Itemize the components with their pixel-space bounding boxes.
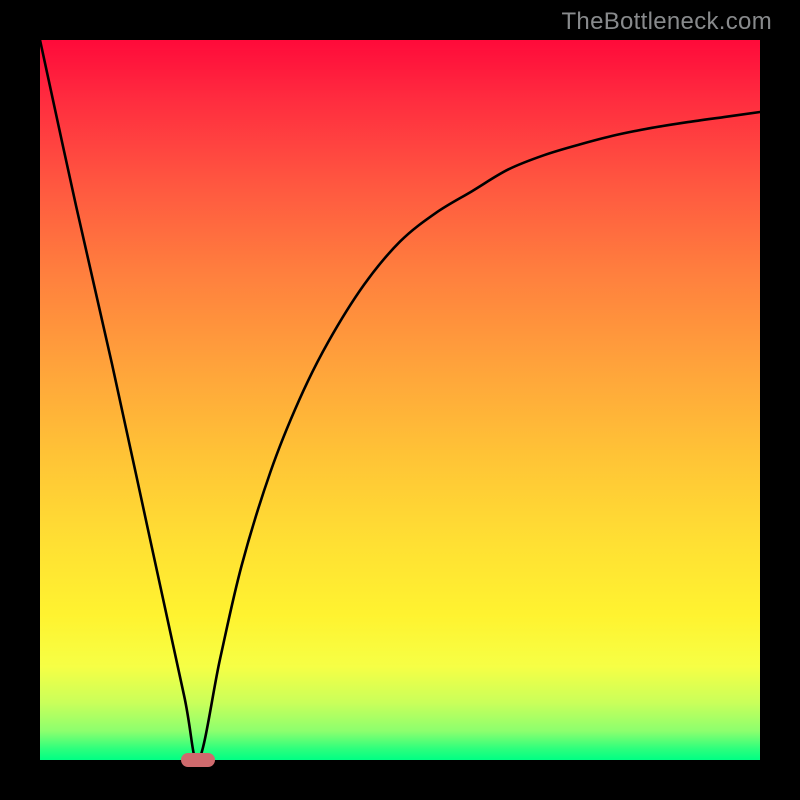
- watermark-text: TheBottleneck.com: [561, 8, 772, 36]
- minimum-marker: [181, 753, 215, 767]
- bottleneck-curve: [40, 40, 760, 760]
- curve-path: [40, 40, 760, 761]
- chart-frame: TheBottleneck.com: [0, 0, 800, 800]
- plot-area: [40, 40, 760, 760]
